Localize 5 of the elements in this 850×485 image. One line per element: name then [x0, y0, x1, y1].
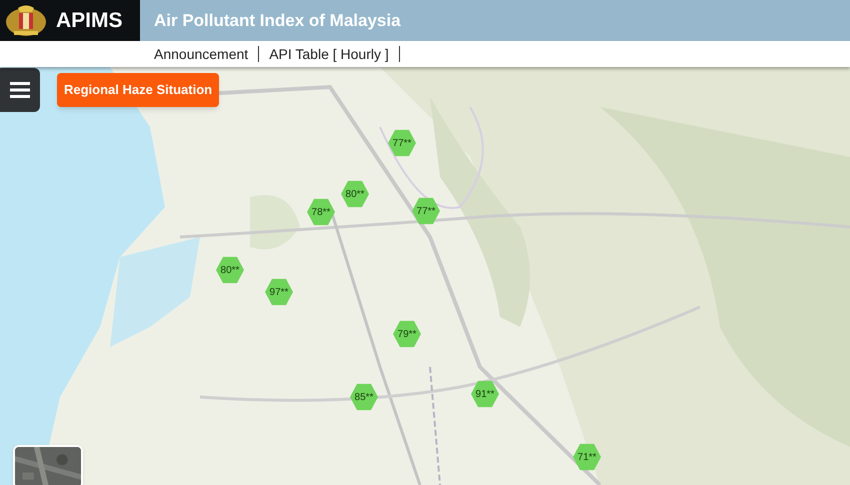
site-title: Air Pollutant Index of Malaysia: [154, 10, 401, 32]
brand-name: APIMS: [56, 8, 123, 34]
nav-link[interactable]: API Table [ Hourly ]: [269, 44, 389, 64]
crest-icon: [4, 4, 48, 38]
nav-link[interactable]: Announcement: [154, 44, 248, 64]
